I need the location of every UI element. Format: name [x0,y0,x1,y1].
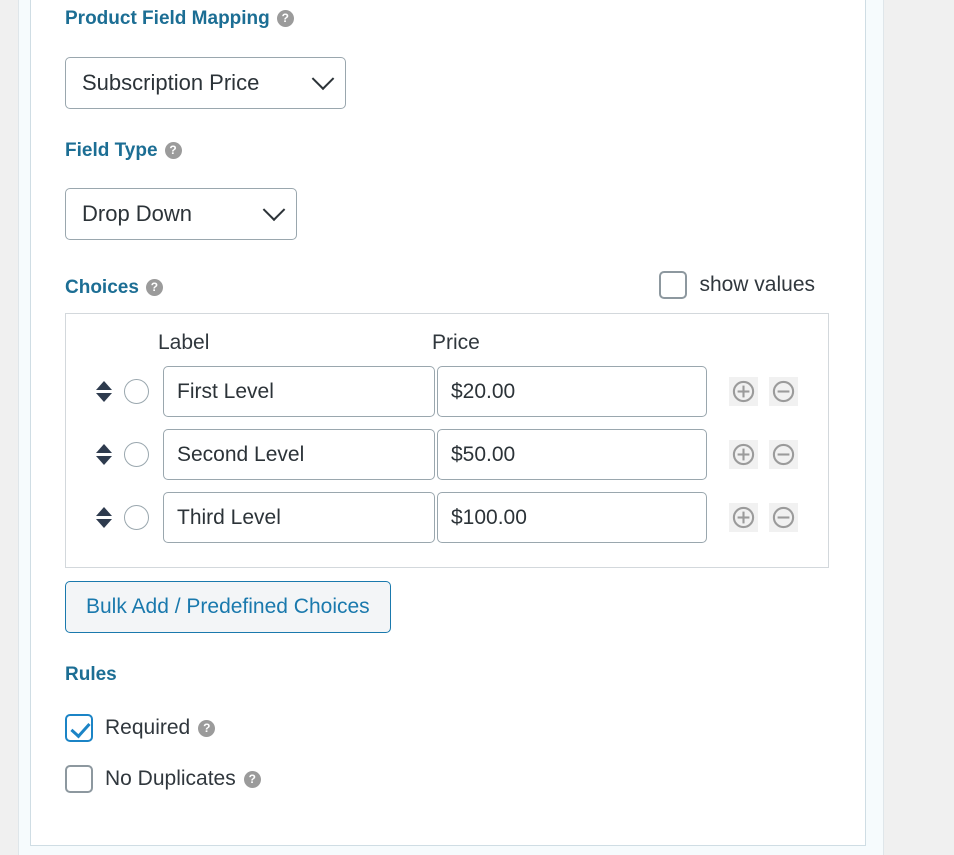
product-field-mapping-select-wrap: Subscription Price [65,57,855,109]
help-icon[interactable]: ? [164,142,182,159]
choices-header-section: Choices ? show values [65,271,855,305]
choice-rows-list [66,360,828,549]
help-icon[interactable]: ? [243,770,261,788]
choices-container: Label Price [65,313,829,568]
column-header-price: Price [432,331,480,354]
required-checkbox[interactable] [65,714,93,742]
field-type-select-wrap: Drop Down [65,188,855,240]
help-icon[interactable]: ? [276,10,294,27]
choice-selected-radio[interactable] [124,442,149,467]
required-label-text: Required [105,716,191,739]
chevron-down-icon [311,67,335,91]
minus-circle-icon[interactable] [769,377,798,406]
chevron-down-icon [262,198,286,222]
drag-updown-icon[interactable] [93,444,115,465]
page-root: Product Field Mapping ? Subscription Pri… [0,0,954,855]
required-label: Required ? [105,716,216,740]
help-icon[interactable]: ? [198,719,216,737]
field-type-label: Field Type ? [65,141,855,160]
field-type-section: Field Type ? [65,141,855,160]
show-values-checkbox[interactable] [659,271,688,299]
choice-selected-radio[interactable] [124,379,149,404]
no-duplicates-label: No Duplicates ? [105,767,261,791]
choice-price-input[interactable] [437,492,707,543]
rules-label: Rules [65,665,855,684]
show-values-label: show values [699,273,815,296]
choice-row [66,486,828,549]
help-icon[interactable]: ? [145,279,163,296]
field-type-label-text: Field Type [65,140,158,161]
choices-table-wrap: Label Price [65,313,855,568]
no-duplicates-checkbox[interactable] [65,765,93,793]
drag-updown-icon[interactable] [93,381,115,402]
no-duplicates-label-text: No Duplicates [105,767,236,790]
minus-circle-icon[interactable] [769,440,798,469]
choice-row [66,423,828,486]
rule-row-required[interactable]: Required ? [65,711,855,745]
minus-circle-icon[interactable] [769,503,798,532]
choice-label-input[interactable] [163,429,435,480]
plus-circle-icon[interactable] [729,377,758,406]
choices-label: Choices ? [65,278,163,297]
bulk-add-wrap: Bulk Add / Predefined Choices [65,581,855,633]
choice-selected-radio[interactable] [124,505,149,530]
product-field-mapping-select[interactable]: Subscription Price [65,57,346,109]
field-type-select-value: Drop Down [82,201,193,226]
rules-list: Required ? No Duplicates ? [65,711,855,796]
bulk-add-predefined-choices-button[interactable]: Bulk Add / Predefined Choices [65,581,391,633]
choice-row-actions [729,503,798,532]
rules-section-label-wrap: Rules [65,665,855,684]
product-field-mapping-section: Product Field Mapping ? [65,9,855,28]
product-field-mapping-label: Product Field Mapping ? [65,9,855,28]
show-values-toggle[interactable]: show values [659,271,815,299]
choice-row-actions [729,440,798,469]
choices-column-headers: Label Price [66,326,828,360]
product-field-mapping-label-text: Product Field Mapping [65,8,270,29]
rules-label-text: Rules [65,664,117,685]
rule-row-no-duplicates[interactable]: No Duplicates ? [65,762,855,796]
plus-circle-icon[interactable] [729,503,758,532]
choice-price-input[interactable] [437,429,707,480]
product-field-mapping-select-value: Subscription Price [82,70,260,95]
drag-updown-icon[interactable] [93,507,115,528]
column-header-label: Label [158,331,210,354]
plus-circle-icon[interactable] [729,440,758,469]
choice-row-actions [729,377,798,406]
choice-label-input[interactable] [163,366,435,417]
choice-price-input[interactable] [437,366,707,417]
choice-row [66,360,828,423]
field-type-select[interactable]: Drop Down [65,188,297,240]
choices-label-text: Choices [65,277,139,298]
choice-label-input[interactable] [163,492,435,543]
